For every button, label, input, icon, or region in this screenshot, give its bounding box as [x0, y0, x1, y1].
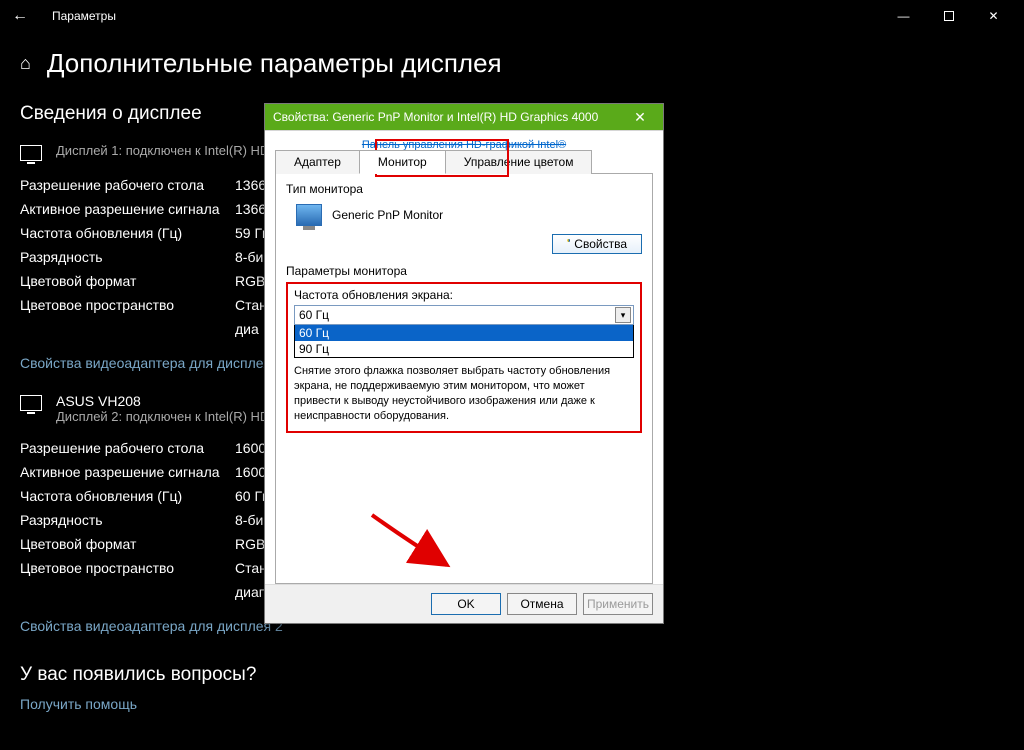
tab-adapter[interactable]: Адаптер [275, 150, 360, 174]
info-value: 1600 [235, 464, 266, 480]
info-label: Цветовое пространство [20, 560, 235, 576]
refresh-rate-dropdown: 60 Гц 90 Гц [294, 325, 634, 358]
shield-icon [567, 239, 570, 250]
maximize-button[interactable] [926, 0, 971, 32]
info-label: Цветовой формат [20, 273, 235, 289]
monitor-props-button[interactable]: Свойства [552, 234, 642, 254]
info-value: Стан [235, 297, 267, 313]
adapter-props-link-1[interactable]: Свойства видеоадаптера для дисплея [20, 355, 271, 371]
dialog-title: Свойства: Generic PnP Monitor и Intel(R)… [273, 110, 598, 124]
window-controls: — ✕ [881, 0, 1016, 32]
info-value: 1366 [235, 201, 266, 217]
refresh-rate-combo[interactable]: 60 Гц ▾ [294, 305, 634, 325]
window-title: Параметры [52, 9, 116, 23]
display2-sub: Дисплей 2: подключен к Intel(R) HD Gr [56, 409, 287, 424]
monitor-icon [20, 395, 42, 411]
apply-button[interactable]: Применить [583, 593, 653, 615]
info-value: 1600 [235, 440, 266, 456]
monitor-params-label: Параметры монитора [286, 264, 642, 278]
info-label: Разрешение рабочего стола [20, 440, 235, 456]
help-question: У вас появились вопросы? [20, 664, 1004, 686]
info-value: RGB [235, 536, 265, 552]
cancel-button[interactable]: Отмена [507, 593, 577, 615]
help-link[interactable]: Получить помощь [20, 696, 137, 712]
chevron-down-icon: ▾ [615, 307, 631, 323]
home-icon[interactable]: ⌂ [20, 53, 31, 74]
refresh-rate-label: Частота обновления экрана: [294, 288, 634, 302]
info-label: Частота обновления (Гц) [20, 488, 235, 504]
monitor-type-label: Тип монитора [286, 182, 642, 196]
info-value: 8-би [235, 249, 263, 265]
dropdown-option[interactable]: 60 Гц [295, 325, 633, 341]
refresh-rate-note: Снятие этого флажка позволяет выбрать ча… [294, 364, 634, 423]
display2-name: ASUS VH208 [56, 393, 287, 409]
info-value: диа [235, 321, 259, 337]
monitor-name: Generic PnP Monitor [332, 208, 443, 222]
info-label: Активное разрешение сигнала [20, 201, 235, 217]
info-label: Разрешение рабочего стола [20, 177, 235, 193]
dropdown-option[interactable]: 90 Гц [295, 341, 633, 357]
info-label: Разрядность [20, 249, 235, 265]
back-button[interactable]: ← [8, 7, 32, 25]
annotation-highlight: Частота обновления экрана: 60 Гц ▾ 60 Гц… [286, 282, 642, 433]
adapter-props-link-2[interactable]: Свойства видеоадаптера для дисплея 2 [20, 618, 283, 634]
monitor-icon [296, 204, 322, 226]
dialog-titlebar: Свойства: Generic PnP Monitor и Intel(R)… [265, 104, 663, 130]
page-title: Дополнительные параметры дисплея [47, 48, 502, 79]
info-value: Стан [235, 560, 267, 576]
dialog-close-button[interactable]: ✕ [625, 109, 655, 126]
button-label: Свойства [574, 237, 627, 251]
tab-color[interactable]: Управление цветом [445, 150, 593, 174]
info-value: 8-би [235, 512, 263, 528]
info-value: 1366 [235, 177, 266, 193]
tab-monitor[interactable]: Монитор [359, 150, 446, 174]
info-label: Цветовое пространство [20, 297, 235, 313]
close-button[interactable]: ✕ [971, 0, 1016, 32]
display1-sub: Дисплей 1: подключен к Intel(R) HD Gr [56, 143, 287, 158]
info-label: Разрядность [20, 512, 235, 528]
monitor-properties-dialog: Свойства: Generic PnP Monitor и Intel(R)… [264, 103, 664, 624]
info-label: Частота обновления (Гц) [20, 225, 235, 241]
monitor-icon [20, 145, 42, 161]
info-label: Цветовой формат [20, 536, 235, 552]
minimize-button[interactable]: — [881, 0, 926, 32]
info-label: Активное разрешение сигнала [20, 464, 235, 480]
info-value: RGB [235, 273, 265, 289]
dialog-tabs: Адаптер Монитор Управление цветом [275, 149, 653, 174]
ok-button[interactable]: OK [431, 593, 501, 615]
combo-value: 60 Гц [299, 308, 329, 322]
titlebar: ← Параметры — ✕ [0, 0, 1024, 32]
